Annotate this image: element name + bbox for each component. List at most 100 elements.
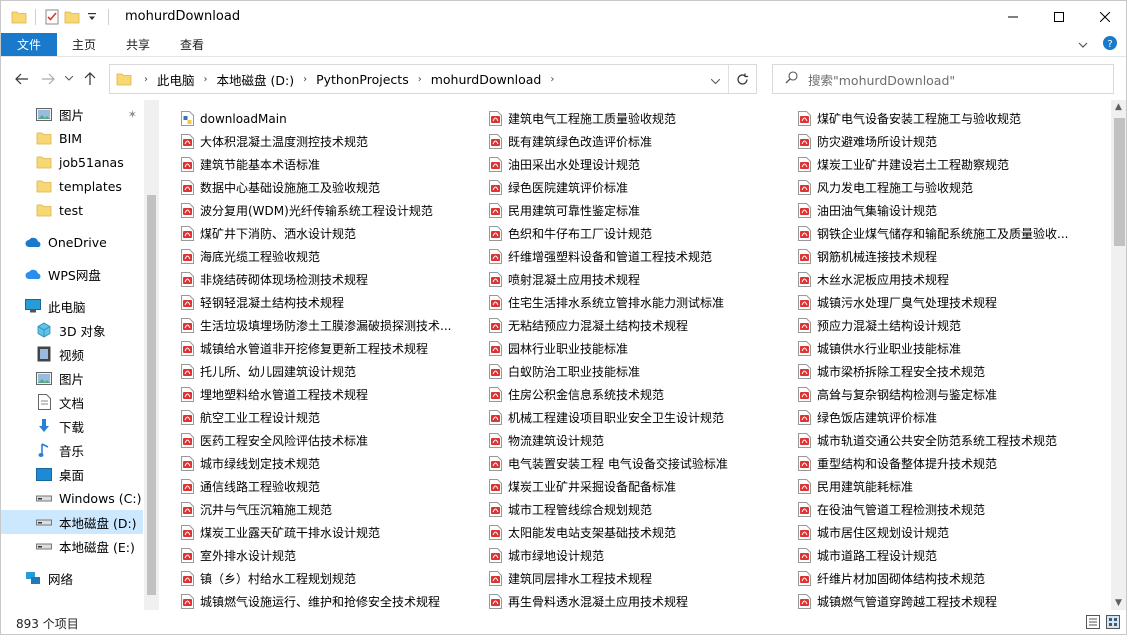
file-item[interactable]: 煤炭工业矿井采掘设备配备标准 bbox=[489, 475, 789, 498]
file-item[interactable]: 煤炭工业矿井建设岩土工程勘察规范 bbox=[798, 153, 1073, 176]
file-item[interactable]: 民用建筑可靠性鉴定标准 bbox=[489, 199, 789, 222]
up-button[interactable] bbox=[79, 68, 101, 90]
new-folder-icon[interactable] bbox=[64, 9, 80, 25]
large-icons-view-icon[interactable] bbox=[1106, 615, 1120, 632]
chevron-right-icon[interactable]: › bbox=[412, 74, 428, 85]
file-item[interactable]: 再生骨料透水混凝土应用技术规程 bbox=[489, 590, 789, 610]
file-item[interactable]: 城镇燃气设施运行、维护和抢修安全技术规程 bbox=[181, 590, 481, 610]
customize-toolbar-icon[interactable] bbox=[84, 9, 100, 25]
sidebar-item-bim[interactable]: BIM bbox=[1, 126, 143, 150]
minimize-button[interactable] bbox=[990, 1, 1036, 32]
chevron-right-icon[interactable]: › bbox=[198, 74, 214, 85]
file-item[interactable]: 建筑同层排水工程技术规程 bbox=[489, 567, 789, 590]
file-item[interactable]: 海底光缆工程验收规范 bbox=[181, 245, 481, 268]
address-dropdown-icon[interactable] bbox=[710, 74, 721, 88]
tab-home[interactable]: 主页 bbox=[57, 32, 111, 57]
sidebar-scrollbar[interactable] bbox=[144, 100, 159, 610]
file-item[interactable]: 油田采出水处理设计规范 bbox=[489, 153, 789, 176]
file-item[interactable]: 煤矿电气设备安装工程施工与验收规范 bbox=[798, 107, 1073, 130]
search-box[interactable]: 搜索"mohurdDownload" bbox=[772, 64, 1114, 94]
file-item[interactable]: 城镇燃气管道穿跨越工程技术规程 bbox=[798, 590, 1073, 610]
sidebar-item-onedrive[interactable]: OneDrive bbox=[1, 230, 143, 254]
pin-icon[interactable]: ✶ bbox=[128, 108, 137, 121]
file-item[interactable]: 木丝水泥板应用技术规程 bbox=[798, 268, 1073, 291]
file-item[interactable]: 喷射混凝土应用技术规程 bbox=[489, 268, 789, 291]
file-item[interactable]: 大体积混凝土温度测控技术规范 bbox=[181, 130, 481, 153]
file-item[interactable]: 太阳能发电站支架基础技术规范 bbox=[489, 521, 789, 544]
tab-file[interactable]: 文件 bbox=[1, 32, 58, 56]
refresh-button[interactable] bbox=[728, 65, 756, 93]
file-item[interactable]: 城镇供水行业职业技能标准 bbox=[798, 337, 1073, 360]
file-item[interactable]: 轻钢轻混凝土结构技术规程 bbox=[181, 291, 481, 314]
sidebar-item-job51anas[interactable]: job51anas bbox=[1, 150, 143, 174]
sidebar-item-downloads[interactable]: 下载 bbox=[1, 414, 143, 438]
file-item[interactable]: 航空工业工程设计规范 bbox=[181, 406, 481, 429]
file-item[interactable]: 防灾避难场所设计规范 bbox=[798, 130, 1073, 153]
expand-ribbon-icon[interactable] bbox=[1078, 38, 1088, 52]
file-item[interactable]: 城市道路工程设计规范 bbox=[798, 544, 1073, 567]
file-item[interactable]: 既有建筑绿色改造评价标准 bbox=[489, 130, 789, 153]
file-item[interactable]: 钢筋机械连接技术规程 bbox=[798, 245, 1073, 268]
file-item[interactable]: 医药工程安全风险评估技术标准 bbox=[181, 429, 481, 452]
file-item[interactable]: 城市居住区规划设计规范 bbox=[798, 521, 1073, 544]
sidebar-item-templates[interactable]: templates bbox=[1, 174, 143, 198]
breadcrumb-this-pc[interactable]: 此电脑 bbox=[154, 70, 198, 89]
sidebar-item-pictures-quick[interactable]: 图片 ✶ bbox=[1, 102, 143, 126]
file-item[interactable]: 煤矿井下消防、洒水设计规范 bbox=[181, 222, 481, 245]
close-button[interactable] bbox=[1082, 1, 1126, 32]
sidebar-item-network[interactable]: 网络 bbox=[1, 566, 143, 590]
sidebar-scrollbar-thumb[interactable] bbox=[147, 195, 156, 595]
sidebar-item-documents[interactable]: 文档 bbox=[1, 390, 143, 414]
file-item[interactable]: 城镇给水管道非开挖修复更新工程技术规程 bbox=[181, 337, 481, 360]
file-item[interactable]: 在役油气管道工程检测技术规范 bbox=[798, 498, 1073, 521]
file-item[interactable]: 电气装置安装工程 电气设备交接试验标准 bbox=[489, 452, 789, 475]
file-item[interactable]: 数据中心基础设施施工及验收规范 bbox=[181, 176, 481, 199]
scroll-down-icon[interactable]: ▼ bbox=[1115, 598, 1122, 608]
sidebar-item-wps-cloud[interactable]: WPS网盘 bbox=[1, 262, 143, 286]
file-item[interactable]: 机械工程建设项目职业安全卫生设计规范 bbox=[489, 406, 789, 429]
file-item[interactable]: 风力发电工程施工与验收规范 bbox=[798, 176, 1073, 199]
file-item[interactable]: 城市工程管线综合规划规范 bbox=[489, 498, 789, 521]
breadcrumb-drive-d[interactable]: 本地磁盘 (D:) bbox=[214, 70, 298, 89]
file-item[interactable]: 通信线路工程验收规范 bbox=[181, 475, 481, 498]
file-item[interactable]: 纤维片材加固砌体结构技术规范 bbox=[798, 567, 1073, 590]
file-item[interactable]: 油田油气集输设计规范 bbox=[798, 199, 1073, 222]
file-item[interactable]: 非烧结砖砌体现场检测技术规程 bbox=[181, 268, 481, 291]
file-item[interactable]: 纤维增强塑料设备和管道工程技术规范 bbox=[489, 245, 789, 268]
file-item[interactable]: 城市轨道交通公共安全防范系统工程技术规范 bbox=[798, 429, 1073, 452]
file-item[interactable]: 煤炭工业露天矿疏干排水设计规范 bbox=[181, 521, 481, 544]
breadcrumb-mohurddownload[interactable]: mohurdDownload bbox=[428, 72, 545, 87]
file-item[interactable]: 高耸与复杂钢结构检测与鉴定标准 bbox=[798, 383, 1073, 406]
file-item[interactable]: 物流建筑设计规范 bbox=[489, 429, 789, 452]
file-item[interactable]: 城市绿线划定技术规范 bbox=[181, 452, 481, 475]
file-item[interactable]: 城镇污水处理厂臭气处理技术规程 bbox=[798, 291, 1073, 314]
file-item[interactable]: 住房公积金信息系统技术规范 bbox=[489, 383, 789, 406]
sidebar-item-pictures[interactable]: 图片 bbox=[1, 366, 143, 390]
sidebar-item-drive-d[interactable]: 本地磁盘 (D:) bbox=[1, 510, 143, 534]
file-item[interactable]: 托儿所、幼儿园建筑设计规范 bbox=[181, 360, 481, 383]
file-item[interactable]: 预应力混凝土结构设计规范 bbox=[798, 314, 1073, 337]
sidebar-item-desktop[interactable]: 桌面 bbox=[1, 462, 143, 486]
breadcrumb-pythonprojects[interactable]: PythonProjects bbox=[313, 72, 412, 87]
file-item[interactable]: 建筑电气工程施工质量验收规范 bbox=[489, 107, 789, 130]
file-item[interactable]: 色织和牛仔布工厂设计规范 bbox=[489, 222, 789, 245]
file-item[interactable]: downloadMain bbox=[181, 107, 481, 130]
sidebar-item-3d-objects[interactable]: 3D 对象 bbox=[1, 318, 143, 342]
sidebar-item-drive-e[interactable]: 本地磁盘 (E:) bbox=[1, 534, 143, 558]
chevron-right-icon[interactable]: › bbox=[544, 74, 560, 85]
file-item[interactable]: 建筑节能基本术语标准 bbox=[181, 153, 481, 176]
file-item[interactable]: 绿色医院建筑评价标准 bbox=[489, 176, 789, 199]
sidebar-item-music[interactable]: 音乐 bbox=[1, 438, 143, 462]
back-button[interactable] bbox=[11, 68, 33, 90]
file-item[interactable]: 镇（乡）村给水工程规划规范 bbox=[181, 567, 481, 590]
file-item[interactable]: 住宅生活排水系统立管排水能力测试标准 bbox=[489, 291, 789, 314]
maximize-button[interactable] bbox=[1036, 1, 1082, 32]
file-item[interactable]: 钢铁企业煤气储存和输配系统施工及质量验收... bbox=[798, 222, 1073, 245]
address-bar[interactable]: › 此电脑 › 本地磁盘 (D:) › PythonProjects › moh… bbox=[109, 64, 757, 94]
file-item[interactable]: 室外排水设计规范 bbox=[181, 544, 481, 567]
forward-button[interactable] bbox=[37, 68, 59, 90]
file-item[interactable]: 绿色饭店建筑评价标准 bbox=[798, 406, 1073, 429]
file-item[interactable]: 波分复用(WDM)光纤传输系统工程设计规范 bbox=[181, 199, 481, 222]
file-item[interactable]: 城市梁桥拆除工程安全技术规范 bbox=[798, 360, 1073, 383]
details-view-icon[interactable] bbox=[1086, 615, 1100, 632]
